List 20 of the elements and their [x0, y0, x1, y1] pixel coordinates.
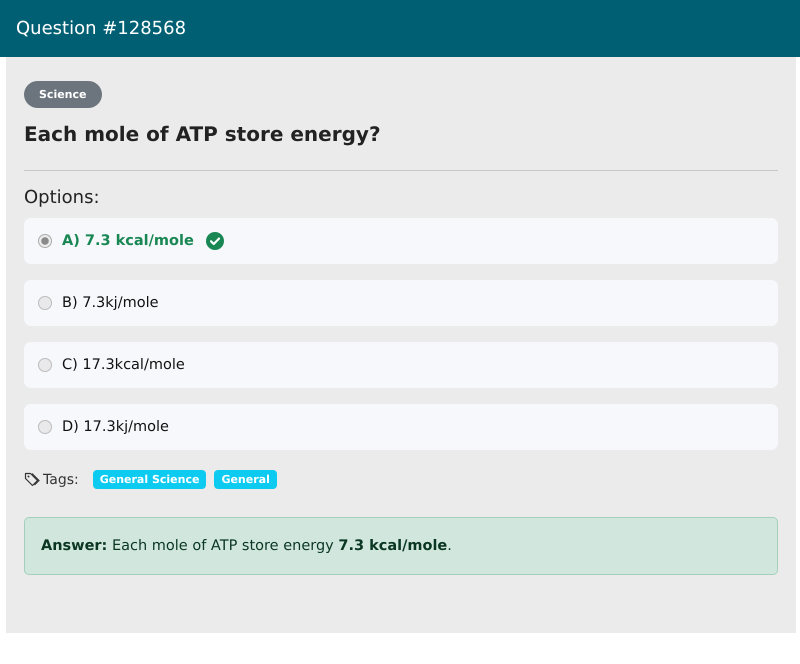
option-text: C) 17.3kcal/mole [62, 357, 185, 373]
option-card[interactable]: D) 17.3kj/mole [24, 404, 778, 450]
category-badge[interactable]: Science [24, 81, 102, 108]
option-text: D) 17.3kj/mole [62, 419, 169, 435]
options-label: Options: [24, 187, 101, 208]
option-card[interactable]: C) 17.3kcal/mole [24, 342, 778, 388]
option-text: B) 7.3kj/mole [62, 295, 159, 311]
radio-button[interactable] [38, 358, 52, 372]
question-title: Question #128568 [16, 18, 186, 39]
radio-button[interactable] [38, 296, 52, 310]
check-circle-icon [206, 232, 224, 250]
radio-button[interactable] [38, 420, 52, 434]
option-card[interactable]: A) 7.3 kcal/mole [24, 218, 778, 264]
option-card[interactable]: B) 7.3kj/mole [24, 280, 778, 326]
question-text: Each mole of ATP store energy? [24, 122, 382, 146]
option-text: A) 7.3 kcal/mole [62, 233, 194, 249]
tag-icon [24, 471, 41, 488]
tags-label: Tags: [43, 472, 79, 488]
radio-button[interactable] [38, 234, 52, 248]
answer-text: Answer: Each mole of ATP store energy 7.3 kcal/mole. [41, 538, 452, 554]
